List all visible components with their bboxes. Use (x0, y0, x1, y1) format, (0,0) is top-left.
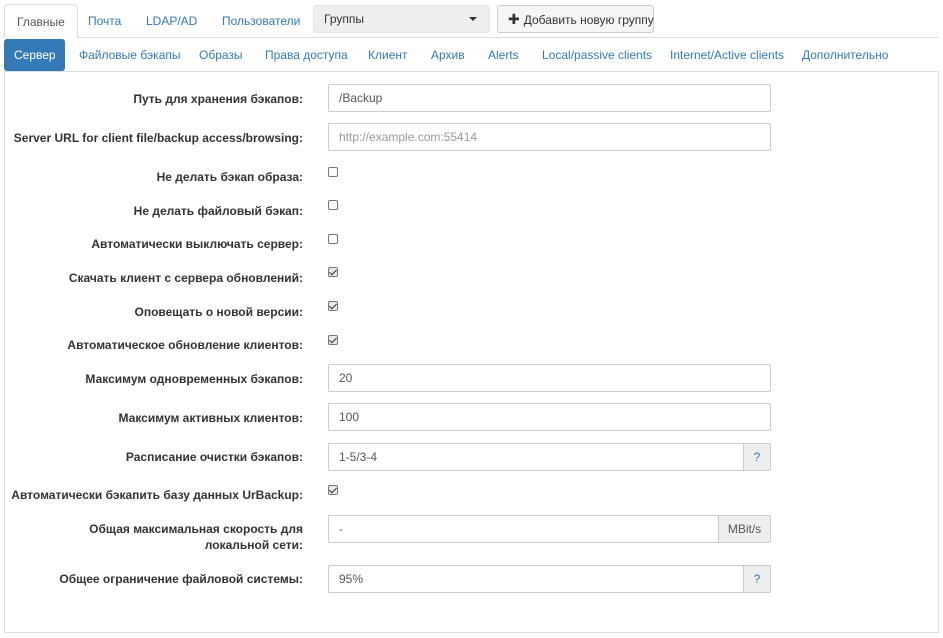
group-select[interactable]: Группы (313, 5, 490, 33)
notify-new-version-label: Оповещать о новой версии: (134, 305, 304, 319)
subtab-archive[interactable]: Архив (421, 39, 475, 71)
max-simultaneous-backups-input[interactable]: 20 (328, 364, 771, 392)
subtab-server[interactable]: Сервер (4, 39, 65, 71)
tab-main[interactable]: Главные (4, 4, 78, 39)
subtab-alerts[interactable]: Alerts (478, 39, 529, 71)
no-file-backup-checkbox[interactable] (328, 200, 338, 210)
notify-new-version-checkbox[interactable] (328, 301, 338, 311)
server-url-input[interactable]: http://example.com:55414 (328, 123, 771, 151)
cleanup-schedule-help-button[interactable]: ? (744, 443, 771, 471)
backup-path-label: Путь для хранения бэкапов: (133, 92, 303, 106)
tab-ldap[interactable]: LDAP/AD (134, 4, 209, 38)
no-file-backup-label: Не делать файловый бэкап: (133, 204, 303, 218)
subtab-file-backups[interactable]: Файловые бэкапы (69, 39, 191, 71)
auto-backup-database-checkbox[interactable] (328, 485, 338, 495)
subtab-images[interactable]: Образы (189, 39, 253, 71)
add-group-button[interactable]: ✚ Добавить новую группу (497, 5, 654, 33)
group-select-value: Группы (324, 12, 364, 26)
fs-limit-help-button[interactable]: ? (744, 565, 771, 593)
fs-limit-input[interactable]: 95% (328, 565, 744, 593)
auto-shutdown-label: Автоматически выключать сервер: (91, 237, 303, 251)
subtab-local-clients[interactable]: Local/passive clients (532, 39, 662, 71)
max-active-clients-input[interactable]: 100 (328, 403, 771, 431)
plus-icon: ✚ (508, 11, 520, 27)
server-url-label: Server URL for client file/backup access… (13, 131, 303, 145)
settings-panel: Путь для хранения бэкапов: /Backup Serve… (4, 71, 939, 633)
max-local-speed-input[interactable]: - (328, 515, 719, 543)
fs-limit-label: Общее ограничение файловой системы: (59, 572, 303, 586)
subtab-access-rights[interactable]: Права доступа (255, 39, 358, 71)
cleanup-schedule-label: Расписание очистки бэкапов: (125, 450, 303, 464)
max-local-speed-unit: MBit/s (719, 515, 771, 543)
subtab-internet-clients[interactable]: Internet/Active clients (660, 39, 794, 71)
auto-backup-database-label: Автоматически бэкапить базу данных UrBac… (11, 488, 303, 502)
sub-tab-bar: Сервер Файловые бэкапы Образы Права дост… (4, 39, 939, 71)
cleanup-schedule-input[interactable]: 1-5/3-4 (328, 443, 744, 471)
no-image-backup-checkbox[interactable] (328, 167, 338, 177)
tab-mail[interactable]: Почта (76, 4, 133, 38)
auto-shutdown-checkbox[interactable] (328, 234, 338, 244)
max-active-clients-label: Максимум активных клиентов: (118, 411, 303, 425)
max-local-speed-label: Общая максимальная скорость для локально… (89, 522, 303, 552)
add-group-label: Добавить новую группу (523, 13, 654, 27)
subtab-client[interactable]: Клиент (358, 39, 418, 71)
backup-path-input[interactable]: /Backup (328, 84, 771, 112)
max-simultaneous-backups-label: Максимум одновременных бэкапов: (85, 372, 303, 386)
tab-users[interactable]: Пользователи (210, 4, 312, 38)
auto-update-clients-checkbox[interactable] (328, 335, 338, 345)
download-client-label: Скачать клиент с сервера обновлений: (68, 271, 303, 285)
auto-update-clients-label: Автоматическое обновление клиентов: (67, 338, 303, 352)
chevron-down-icon (469, 17, 477, 21)
no-image-backup-label: Не делать бэкап образа: (156, 170, 303, 184)
subtab-advanced[interactable]: Дополнительно (792, 39, 898, 71)
download-client-checkbox[interactable] (328, 267, 338, 277)
